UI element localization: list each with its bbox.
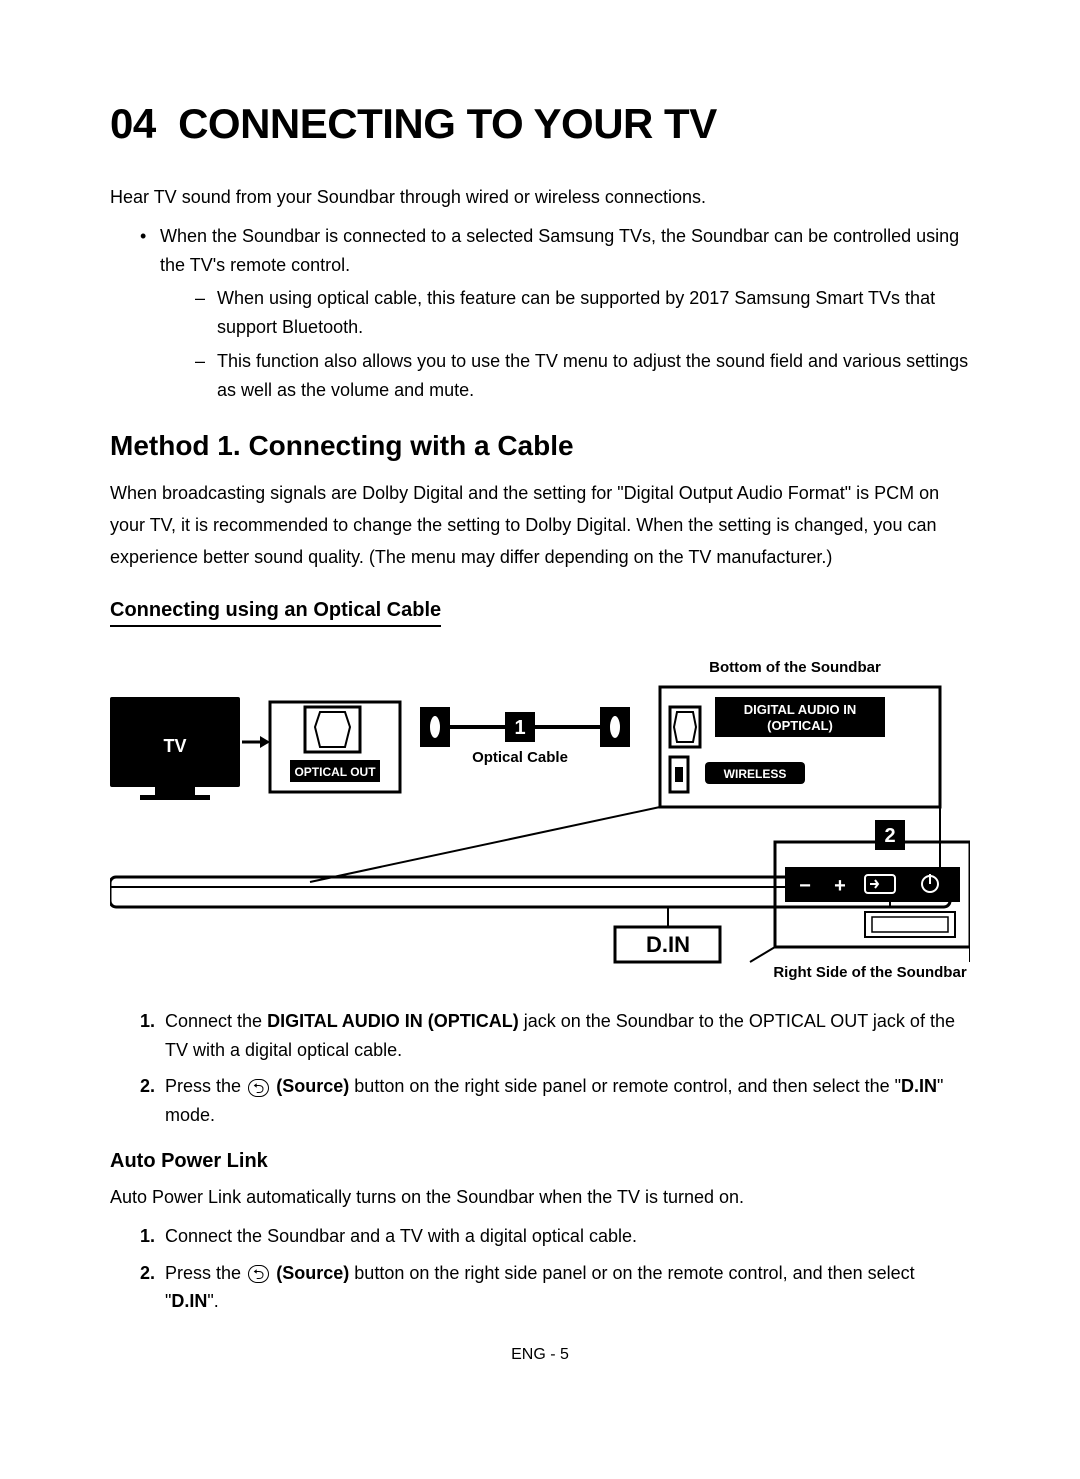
svg-text:+: + [834, 875, 846, 897]
label-optical-out: OPTICAL OUT [294, 765, 376, 779]
svg-text:−: − [799, 875, 811, 897]
step-marker-2: 2 [884, 825, 895, 847]
intro-bullets: When the Soundbar is connected to a sele… [110, 222, 970, 405]
page-footer: ENG - 5 [110, 1346, 970, 1364]
step-item: Press the ⮌ (Source) button on the right… [140, 1259, 970, 1317]
autopower-heading: Auto Power Link [110, 1150, 970, 1173]
source-icon: ⮌ [248, 1079, 269, 1097]
ap-step2-post: ". [207, 1291, 218, 1311]
ap-step2-source: (Source) [276, 1263, 349, 1283]
optical-subheading: Connecting using an Optical Cable [110, 599, 441, 627]
label-wireless: WIRELESS [724, 767, 787, 781]
intro-text: Hear TV sound from your Soundbar through… [110, 183, 970, 212]
step1-bold: DIGITAL AUDIO IN (OPTICAL) [267, 1011, 519, 1031]
optical-steps: Connect the DIGITAL AUDIO IN (OPTICAL) j… [110, 1007, 970, 1130]
bullet-item: When the Soundbar is connected to a sele… [140, 222, 970, 405]
step-item: Press the ⮌ (Source) button on the right… [140, 1072, 970, 1130]
ap-step2-din: D.IN [171, 1291, 207, 1311]
dash-item: When using optical cable, this feature c… [195, 284, 970, 342]
step2-mid: button on the right side panel or remote… [349, 1076, 901, 1096]
step-item: Connect the Soundbar and a TV with a dig… [140, 1222, 970, 1251]
label-optical-paren: (OPTICAL) [767, 718, 833, 733]
autopower-desc: Auto Power Link automatically turns on t… [110, 1183, 970, 1212]
bullet-text: When the Soundbar is connected to a sele… [160, 226, 959, 275]
label-digital-audio-in: DIGITAL AUDIO IN [744, 702, 856, 717]
step2-din: D.IN [901, 1076, 937, 1096]
step-marker-1: 1 [514, 717, 525, 739]
source-icon: ⮌ [248, 1265, 269, 1283]
label-tv: TV [163, 736, 186, 756]
step1-pre: Connect the [165, 1011, 267, 1031]
label-bottom-soundbar: Bottom of the Soundbar [709, 659, 881, 676]
step2-source: (Source) [276, 1076, 349, 1096]
autopower-steps: Connect the Soundbar and a TV with a dig… [110, 1222, 970, 1316]
dash-item: This function also allows you to use the… [195, 347, 970, 405]
method1-heading: Method 1. Connecting with a Cable [110, 430, 970, 462]
chapter-title-text: CONNECTING TO YOUR TV [178, 100, 717, 147]
chapter-title: 04 CONNECTING TO YOUR TV [110, 100, 970, 148]
method1-desc: When broadcasting signals are Dolby Digi… [110, 477, 970, 574]
step2-pre: Press the [165, 1076, 246, 1096]
chapter-number: 04 [110, 100, 156, 147]
step-item: Connect the DIGITAL AUDIO IN (OPTICAL) j… [140, 1007, 970, 1065]
ap-step2-pre: Press the [165, 1263, 246, 1283]
label-din: D.IN [646, 932, 690, 957]
label-optical-cable: Optical Cable [472, 749, 568, 766]
connection-diagram: Bottom of the Soundbar TV OPTICAL OUT 1 … [110, 652, 970, 982]
sub-dash-list: When using optical cable, this feature c… [160, 284, 970, 404]
label-right-side: Right Side of the Soundbar [773, 964, 966, 981]
